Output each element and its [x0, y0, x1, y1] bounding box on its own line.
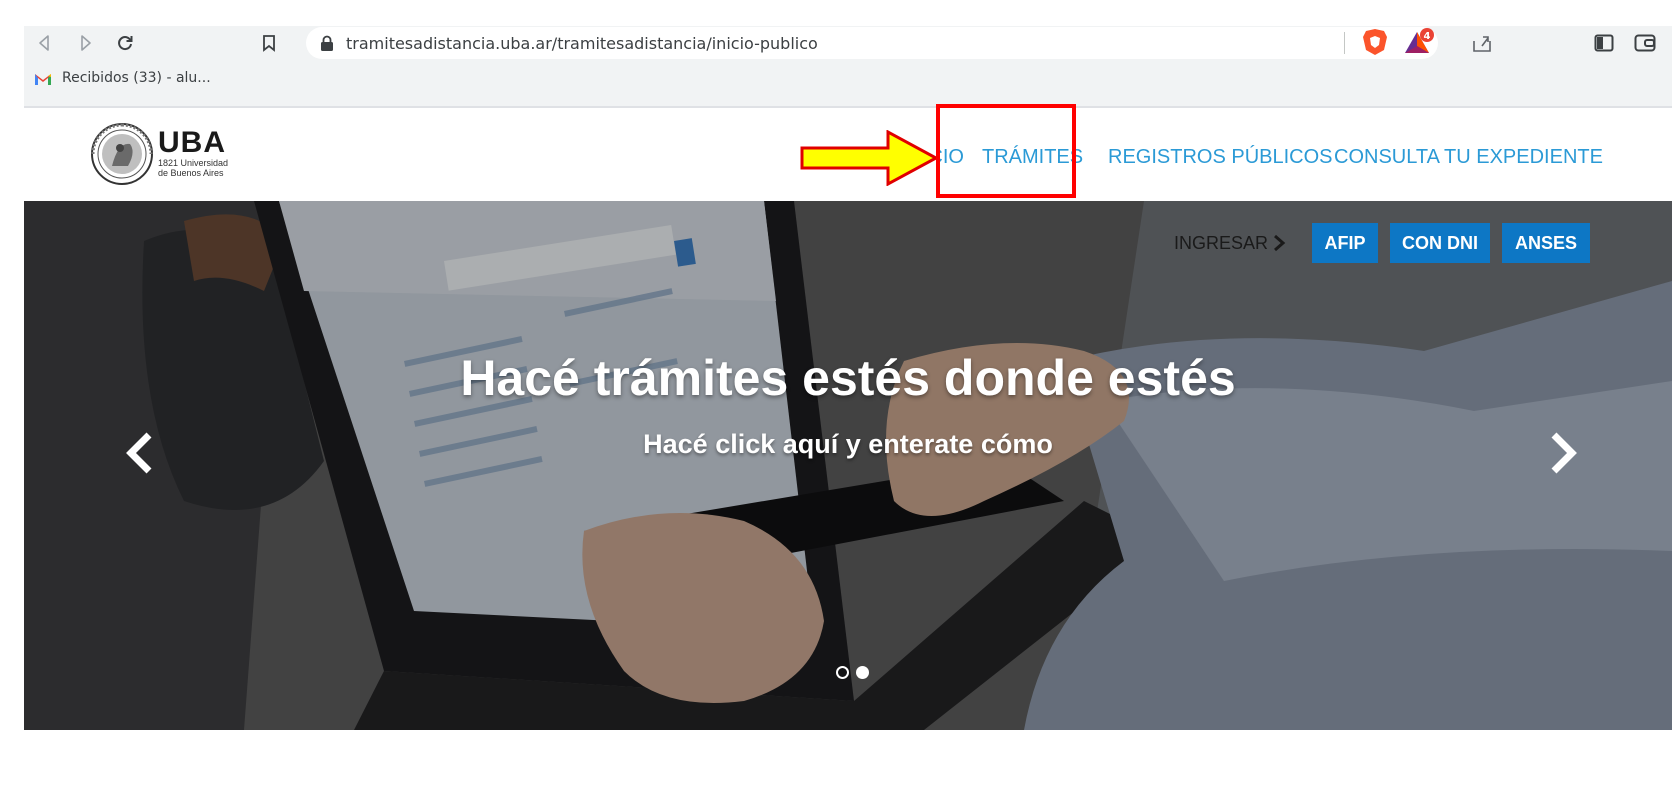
- brave-shield-icon[interactable]: [1362, 28, 1388, 56]
- toolbar-divider: [1344, 32, 1345, 54]
- hero-title[interactable]: Hacé trámites estés donde estés: [24, 349, 1672, 407]
- site-logo-text[interactable]: UBA: [158, 126, 226, 160]
- browser-chrome: tramitesadistancia.uba.ar/tramitesadista…: [24, 26, 1672, 108]
- uba-seal-logo[interactable]: [90, 122, 154, 186]
- share-icon[interactable]: [1470, 32, 1494, 54]
- login-label[interactable]: INGRESAR: [1174, 233, 1268, 254]
- bookmarks-bar: Recibidos (33) - alu...: [24, 66, 1672, 94]
- wallet-icon[interactable]: [1634, 33, 1656, 53]
- nav-registros-publicos[interactable]: REGISTROS PÚBLICOS: [1108, 146, 1333, 169]
- gmail-icon[interactable]: [34, 72, 52, 86]
- chevron-left-icon[interactable]: [119, 427, 159, 479]
- lock-icon: [321, 35, 333, 51]
- chevron-right-small-icon: [1274, 234, 1286, 252]
- chevron-right-icon[interactable]: [1544, 427, 1584, 479]
- sidebar-icon[interactable]: [1594, 33, 1614, 53]
- rewards-badge: 4: [1424, 31, 1431, 42]
- login-anses-button[interactable]: ANSES: [1502, 223, 1590, 263]
- browser-toolbar: tramitesadistancia.uba.ar/tramitesadista…: [24, 26, 1672, 60]
- hero-subtitle[interactable]: Hacé click aquí y enterate cómo: [24, 429, 1672, 460]
- annotation-highlight-box: [936, 104, 1076, 198]
- login-afip-button[interactable]: AFIP: [1312, 223, 1378, 263]
- bookmark-icon[interactable]: [256, 30, 282, 56]
- url-text[interactable]: tramitesadistancia.uba.ar/tramitesadista…: [346, 34, 818, 53]
- forward-arrow-icon[interactable]: [72, 30, 98, 56]
- reload-icon[interactable]: [112, 30, 138, 56]
- hero-carousel: INGRESAR AFIP CON DNI ANSES Hacé trámite…: [24, 201, 1672, 730]
- back-arrow-icon[interactable]: [32, 30, 58, 56]
- carousel-dot-1[interactable]: [836, 666, 849, 679]
- logo-subtitle-line1: 1821 Universidad: [158, 158, 229, 168]
- brave-rewards-icon[interactable]: 4: [1404, 28, 1434, 56]
- login-dni-button[interactable]: CON DNI: [1390, 223, 1490, 263]
- page: tramitesadistancia.uba.ar/tramitesadista…: [0, 0, 1672, 807]
- annotation-arrow: [800, 130, 940, 186]
- nav-consulta-expediente[interactable]: CONSULTA TU EXPEDIENTE: [1334, 146, 1603, 169]
- carousel-dot-2-active[interactable]: [856, 666, 869, 679]
- hero-background-image: [24, 201, 1672, 730]
- address-bar[interactable]: tramitesadistancia.uba.ar/tramitesadista…: [306, 27, 1491, 59]
- logo-subtitle-line2: de Buenos Aires: [158, 168, 224, 178]
- bookmark-gmail[interactable]: Recibidos (33) - alu...: [62, 70, 211, 86]
